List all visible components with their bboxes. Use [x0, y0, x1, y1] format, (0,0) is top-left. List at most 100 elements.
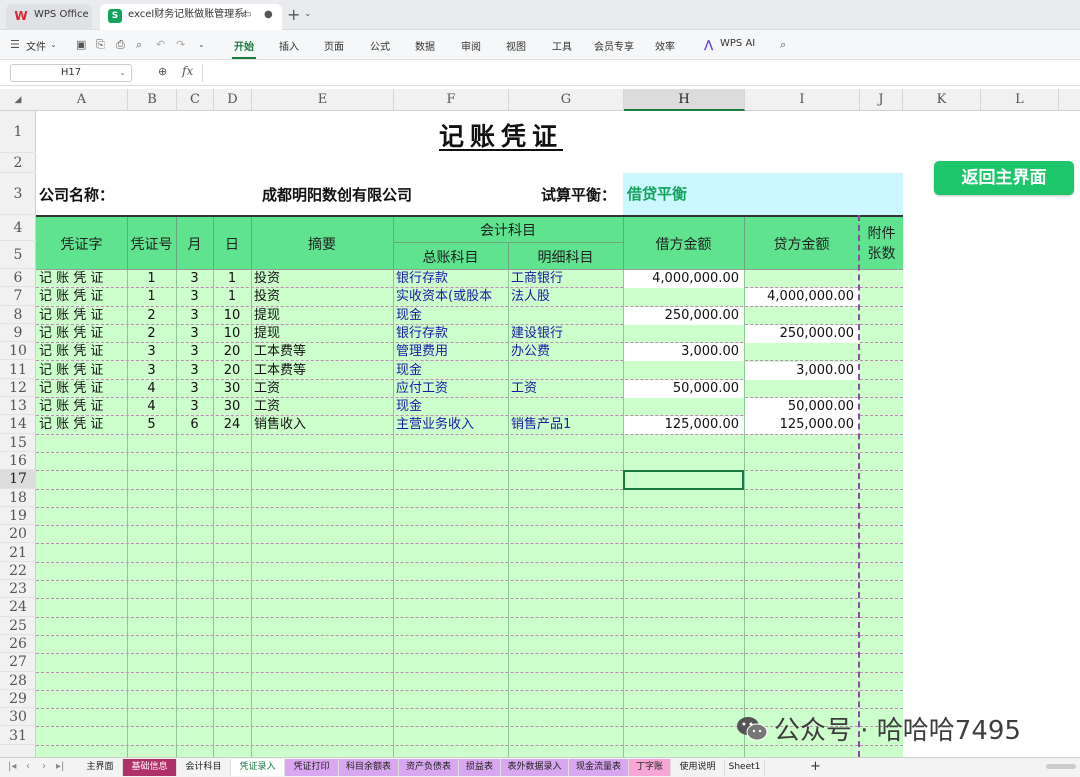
cell-debit[interactable]: [623, 362, 744, 380]
cell-no[interactable]: 2: [127, 325, 176, 343]
row-header-24[interactable]: 24: [0, 598, 36, 617]
cell-month[interactable]: 3: [176, 288, 213, 306]
row-header-27[interactable]: 27: [0, 653, 36, 672]
cell-debit[interactable]: 3,000.00: [623, 343, 744, 362]
sheet-tab-3[interactable]: 凭证录入: [231, 759, 285, 776]
table-row[interactable]: [36, 654, 903, 673]
table-row[interactable]: [36, 599, 903, 618]
cell-ledger[interactable]: 银行存款: [393, 325, 508, 343]
tab-close-dot-icon[interactable]: ●: [264, 4, 273, 26]
table-row[interactable]: 记 账 凭 证 5 6 24 销售收入 主营业务收入 销售产品1 125,000.00 125,…: [36, 416, 903, 435]
quick-access-chevron-icon[interactable]: ⌄: [198, 40, 205, 49]
menu-tab-tools[interactable]: 工具: [552, 38, 572, 53]
name-box[interactable]: H17 ⌄: [10, 64, 132, 82]
sheet-tab-11[interactable]: 使用说明: [671, 759, 725, 776]
export-pdf-icon[interactable]: ⎘: [96, 38, 105, 52]
column-header-i[interactable]: I: [745, 89, 860, 111]
column-header-g[interactable]: G: [509, 89, 624, 111]
table-row[interactable]: [36, 581, 903, 600]
cell-day[interactable]: 1: [213, 288, 251, 306]
row-header-13[interactable]: 13: [0, 397, 36, 416]
menu-tab-efficiency[interactable]: 效率: [655, 38, 675, 53]
row-header-26[interactable]: 26: [0, 635, 36, 654]
row-header-22[interactable]: 22: [0, 562, 36, 581]
table-row[interactable]: [36, 435, 903, 453]
column-header-l[interactable]: L: [981, 89, 1059, 111]
table-row[interactable]: [36, 471, 903, 490]
column-header-a[interactable]: A: [36, 89, 128, 111]
print-icon[interactable]: ⎙: [116, 38, 125, 52]
cell-day[interactable]: 30: [213, 398, 251, 416]
row-header-23[interactable]: 23: [0, 580, 36, 599]
cell-credit[interactable]: 250,000.00: [744, 324, 859, 343]
sheet-tab-10[interactable]: 丁字账: [629, 759, 671, 776]
sheet-tab-8[interactable]: 表外数据录入: [501, 759, 569, 776]
cell-no[interactable]: 3: [127, 362, 176, 380]
cell-month[interactable]: 3: [176, 380, 213, 398]
table-row[interactable]: 记 账 凭 证 4 3 30 工资 应付工资 工资 50,000.00: [36, 379, 903, 399]
cell-debit[interactable]: [623, 398, 744, 416]
add-sheet-plus-icon[interactable]: +: [810, 759, 821, 775]
next-sheet-icon[interactable]: ›: [42, 761, 46, 772]
tab-wps-office[interactable]: W WPS Office: [6, 4, 92, 30]
cell-no[interactable]: 2: [127, 307, 176, 325]
cell-summary[interactable]: 投资: [251, 270, 393, 288]
table-row[interactable]: [36, 618, 903, 636]
cell-detail[interactable]: 办公费: [508, 343, 623, 361]
zoom-formula-icon[interactable]: ⊕: [158, 65, 167, 78]
cell-debit[interactable]: 50,000.00: [623, 379, 744, 398]
cell-summary[interactable]: 工本费等: [251, 343, 393, 361]
cell-no[interactable]: 3: [127, 343, 176, 361]
menu-tab-home[interactable]: 开始: [234, 38, 254, 53]
prev-sheet-icon[interactable]: ‹: [26, 761, 30, 772]
cell-ledger[interactable]: 现金: [393, 398, 508, 416]
table-row[interactable]: [36, 709, 903, 728]
cell-no[interactable]: 4: [127, 398, 176, 416]
table-row[interactable]: [36, 636, 903, 655]
column-header-c[interactable]: C: [177, 89, 214, 111]
cell-ledger[interactable]: 现金: [393, 362, 508, 380]
cell-month[interactable]: 6: [176, 416, 213, 434]
cell-month[interactable]: 3: [176, 362, 213, 380]
row-header-10[interactable]: 10: [0, 342, 36, 361]
sheet-tab-0[interactable]: 主界面: [78, 759, 123, 776]
tab-workbook[interactable]: S excel财务记账做账管理系统 ▭ ●: [100, 4, 282, 30]
cell-debit[interactable]: [623, 325, 744, 343]
cell-word[interactable]: 记 账 凭 证: [36, 288, 127, 306]
menu-wps-ai[interactable]: WPS AI: [720, 38, 755, 49]
cell-ledger[interactable]: 银行存款: [393, 270, 508, 288]
row-header-19[interactable]: 19: [0, 507, 36, 526]
row-header-21[interactable]: 21: [0, 544, 36, 562]
cell-month[interactable]: 3: [176, 270, 213, 288]
cell-credit[interactable]: 125,000.00: [744, 416, 859, 435]
sheet-tab-7[interactable]: 损益表: [459, 759, 501, 776]
sheet-tab-4[interactable]: 凭证打印: [285, 759, 339, 776]
row-header-1[interactable]: 1: [0, 111, 36, 153]
first-sheet-icon[interactable]: |◂: [8, 761, 16, 772]
menu-tab-view[interactable]: 视图: [506, 38, 526, 53]
row-header-5[interactable]: 5: [0, 241, 36, 269]
cell-credit[interactable]: 3,000.00: [744, 361, 859, 380]
file-menu-chevron-icon[interactable]: ⌄: [50, 40, 57, 49]
column-header-h[interactable]: H: [624, 89, 745, 111]
row-header-7[interactable]: 7: [0, 287, 36, 306]
row-header-14[interactable]: 14: [0, 415, 36, 434]
table-row[interactable]: 记 账 凭 证 3 3 20 工本费等 现金 3,000.00: [36, 361, 903, 380]
cell-no[interactable]: 1: [127, 288, 176, 306]
column-header-b[interactable]: B: [128, 89, 177, 111]
row-header-11[interactable]: 11: [0, 361, 36, 379]
cell-ledger[interactable]: 实收资本(或股本: [393, 288, 508, 306]
save-icon[interactable]: ▣: [76, 38, 86, 51]
cell-day[interactable]: 20: [213, 362, 251, 380]
row-header-31[interactable]: 31: [0, 727, 36, 745]
cell-day[interactable]: 1: [213, 270, 251, 288]
selected-cell-h17[interactable]: [623, 470, 744, 490]
row-header-3[interactable]: 3: [0, 173, 36, 215]
row-header-8[interactable]: 8: [0, 306, 36, 324]
cell-credit[interactable]: [744, 270, 859, 288]
menu-tab-formula[interactable]: 公式: [370, 38, 390, 53]
voucher-table-body[interactable]: 记 账 凭 证 1 3 1 投资 银行存款 工商银行 4,000,000.00 记 账 凭 证1…: [36, 269, 903, 758]
menu-tab-review[interactable]: 审阅: [461, 38, 481, 53]
table-row[interactable]: [36, 563, 903, 582]
cell-no[interactable]: 5: [127, 416, 176, 434]
